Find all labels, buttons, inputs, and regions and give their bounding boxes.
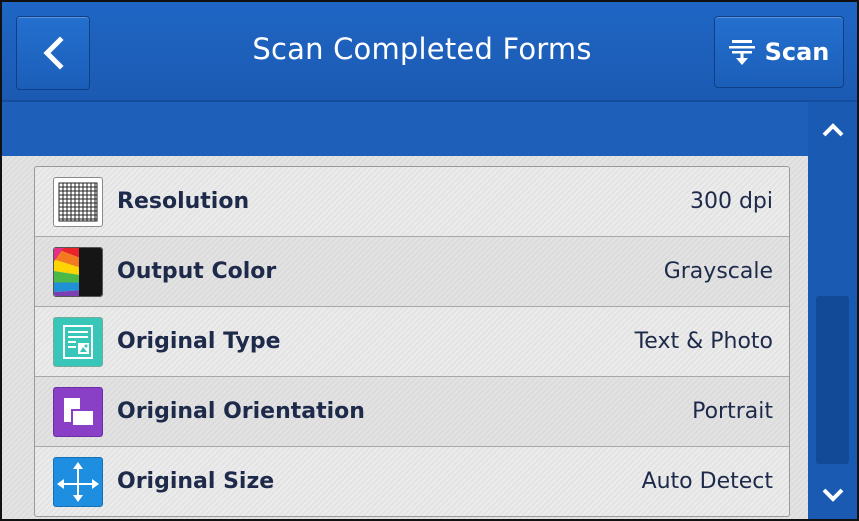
setting-label: Resolution	[117, 189, 250, 214]
scroll-thumb[interactable]	[816, 296, 849, 464]
setting-value: 300 dpi	[689, 189, 773, 214]
scroll-down-button[interactable]	[808, 475, 857, 515]
scan-document-icon	[728, 40, 755, 65]
setting-value: Portrait	[692, 399, 773, 424]
setting-value: Text & Photo	[634, 329, 773, 354]
setting-value: Auto Detect	[641, 469, 773, 494]
scroll-track[interactable]	[816, 162, 849, 464]
back-button[interactable]	[16, 16, 90, 90]
output-color-icon	[53, 246, 103, 297]
scan-app-window: Scan Completed Forms Scan Resolution 300…	[0, 0, 859, 521]
setting-label: Original Size	[117, 469, 275, 494]
resolution-grid-icon	[53, 176, 103, 227]
setting-row-original-size[interactable]: Original Size Auto Detect	[35, 447, 789, 516]
section-band	[2, 102, 808, 156]
header-bar: Scan Completed Forms Scan	[2, 2, 857, 102]
scan-button[interactable]: Scan	[714, 16, 844, 88]
setting-label: Original Type	[117, 329, 281, 354]
setting-value: Grayscale	[663, 259, 773, 284]
setting-row-resolution[interactable]: Resolution 300 dpi	[35, 167, 789, 237]
settings-list: Resolution 300 dpi Output Color Grayscal…	[34, 166, 790, 517]
chevron-up-icon	[822, 123, 843, 137]
orientation-icon	[53, 386, 103, 437]
chevron-left-icon	[43, 36, 64, 70]
settings-panel: Resolution 300 dpi Output Color Grayscal…	[2, 156, 808, 519]
setting-row-original-orientation[interactable]: Original Orientation Portrait	[35, 377, 789, 447]
setting-row-original-type[interactable]: Original Type Text & Photo	[35, 307, 789, 377]
chevron-down-icon	[822, 488, 843, 502]
setting-label: Original Orientation	[117, 399, 365, 424]
setting-label: Output Color	[117, 259, 277, 284]
size-arrows-icon	[53, 456, 103, 507]
scroll-up-button[interactable]	[808, 110, 857, 150]
scan-button-label: Scan	[764, 38, 830, 66]
page-title: Scan Completed Forms	[252, 32, 592, 66]
text-photo-icon	[53, 316, 103, 367]
setting-row-output-color[interactable]: Output Color Grayscale	[35, 237, 789, 307]
scrollbar[interactable]	[808, 102, 857, 519]
